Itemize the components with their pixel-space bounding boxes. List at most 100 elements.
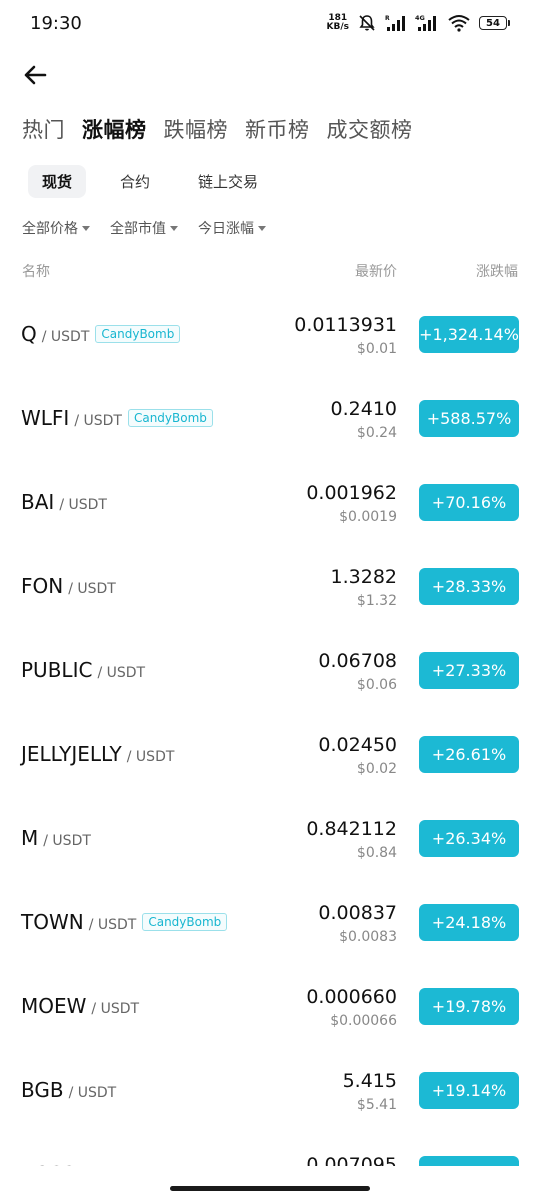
trading-pair: M / USDT bbox=[21, 826, 91, 850]
price-usd: $0.00066 bbox=[330, 1013, 397, 1029]
last-price: 0.2410 bbox=[330, 398, 397, 420]
bell-muted-icon bbox=[359, 15, 375, 31]
status-time: 19:30 bbox=[30, 13, 82, 34]
battery-indicator: 54 bbox=[479, 16, 510, 30]
signal-r-icon: R bbox=[385, 15, 405, 31]
tab-new-listings[interactable]: 新币榜 bbox=[245, 114, 310, 144]
change-badge[interactable]: +26.61% bbox=[419, 736, 519, 773]
column-header-name[interactable]: 名称 bbox=[22, 261, 50, 281]
trading-pair: MOEW / USDT bbox=[21, 994, 139, 1018]
quote-symbol: / USDT bbox=[88, 917, 137, 933]
base-symbol: MOEW bbox=[21, 994, 87, 1018]
list-item[interactable]: PUBLIC / USDT 0.06708 $0.06 +27.33% bbox=[0, 628, 540, 712]
list-item[interactable]: WLFI / USDT CandyBomb 0.2410 $0.24 +588.57% bbox=[0, 376, 540, 460]
promo-tag: CandyBomb bbox=[95, 325, 181, 343]
price-usd: $0.06 bbox=[356, 677, 397, 693]
base-symbol: BAI bbox=[21, 490, 55, 514]
subtab-spot[interactable]: 现货 bbox=[28, 165, 87, 198]
trading-pair: BAI / USDT bbox=[21, 490, 107, 514]
last-price: 0.0113931 bbox=[294, 314, 397, 336]
filter-bar: 全部价格 全部市值 今日涨幅 bbox=[22, 218, 286, 238]
filter-market-cap-label: 全部市值 bbox=[110, 221, 166, 237]
last-price: 0.000660 bbox=[306, 986, 397, 1008]
quote-symbol: / USDT bbox=[68, 581, 116, 597]
arrow-left-icon bbox=[24, 65, 47, 85]
filter-change-period[interactable]: 今日涨幅 bbox=[198, 218, 266, 238]
quote-symbol: / USDT bbox=[126, 749, 175, 765]
list-item[interactable]: TOWN / USDT CandyBomb 0.00837 $0.0083 +24.18% bbox=[0, 880, 540, 964]
trading-pair: WLFI / USDT CandyBomb bbox=[21, 406, 213, 430]
promo-tag: CandyBomb bbox=[142, 913, 228, 931]
quote-symbol: / USDT bbox=[43, 833, 91, 849]
change-badge[interactable]: +19.78% bbox=[419, 988, 519, 1025]
quote-symbol: / USDT bbox=[68, 1085, 117, 1101]
change-badge[interactable]: +19.14% bbox=[419, 1072, 519, 1109]
list-item[interactable]: BAI / USDT 0.001962 $0.0019 +70.16% bbox=[0, 460, 540, 544]
base-symbol: BGB bbox=[21, 1078, 64, 1102]
price-usd: $0.02 bbox=[356, 761, 397, 777]
change-badge[interactable]: +27.33% bbox=[419, 652, 519, 689]
subtab-futures[interactable]: 合约 bbox=[106, 165, 164, 198]
signal-4g-icon: 4G bbox=[415, 14, 436, 31]
quote-symbol: / USDT bbox=[74, 413, 122, 429]
change-badge[interactable]: +26.34% bbox=[419, 820, 519, 857]
tab-losers[interactable]: 跌幅榜 bbox=[164, 114, 229, 144]
caret-down-icon bbox=[82, 225, 90, 231]
ranking-tabs: 热门 涨幅榜 跌幅榜 新币榜 成交额榜 bbox=[22, 114, 430, 144]
list-item[interactable]: FON / USDT 1.3282 $1.32 +28.33% bbox=[0, 544, 540, 628]
quote-symbol: / USDT bbox=[59, 497, 107, 513]
column-header-change[interactable]: 涨跌幅 bbox=[476, 261, 518, 281]
last-price: 0.02450 bbox=[318, 734, 397, 756]
tab-gainers[interactable]: 涨幅榜 bbox=[82, 114, 147, 144]
price-usd: $0.0019 bbox=[339, 509, 397, 525]
trading-pair: Q / USDT CandyBomb bbox=[21, 322, 181, 346]
price-usd: $1.32 bbox=[356, 593, 397, 609]
svg-text:4G: 4G bbox=[415, 14, 425, 22]
last-price: 0.842112 bbox=[306, 818, 397, 840]
wifi-icon bbox=[448, 15, 470, 32]
tab-hot[interactable]: 热门 bbox=[22, 114, 65, 144]
list-item[interactable]: JELLYJELLY / USDT 0.02450 $0.02 +26.61% bbox=[0, 712, 540, 796]
filter-change-period-label: 今日涨幅 bbox=[198, 221, 254, 237]
base-symbol: WLFI bbox=[21, 406, 70, 430]
price-usd: $0.24 bbox=[356, 425, 397, 441]
last-price: 0.06708 bbox=[318, 650, 397, 672]
list-item[interactable]: M / USDT 0.842112 $0.84 +26.34% bbox=[0, 796, 540, 880]
last-price: 0.00837 bbox=[318, 902, 397, 924]
base-symbol: JELLYJELLY bbox=[21, 742, 122, 766]
tab-volume[interactable]: 成交额榜 bbox=[327, 114, 413, 144]
quote-symbol: / USDT bbox=[91, 1001, 140, 1017]
network-speed: 181 KB/s bbox=[327, 14, 349, 32]
list-item[interactable]: Q / USDT CandyBomb 0.0113931 $0.01 +1,324.14% bbox=[0, 292, 540, 376]
trading-pair: TOWN / USDT CandyBomb bbox=[21, 910, 228, 934]
change-badge[interactable]: +28.33% bbox=[419, 568, 519, 605]
change-badge[interactable]: +1,324.14% bbox=[419, 316, 519, 353]
home-indicator[interactable] bbox=[170, 1186, 370, 1191]
filter-market-cap[interactable]: 全部市值 bbox=[110, 218, 178, 238]
last-price: 5.415 bbox=[342, 1070, 397, 1092]
change-badge[interactable]: +24.18% bbox=[419, 904, 519, 941]
last-price: 1.3282 bbox=[330, 566, 397, 588]
list-item[interactable]: MOEW / USDT 0.000660 $0.00066 +19.78% bbox=[0, 964, 540, 1048]
price-usd: $5.41 bbox=[356, 1097, 397, 1113]
ranking-list: Q / USDT CandyBomb 0.0113931 $0.01 +1,324.14%… bbox=[0, 292, 540, 1200]
status-bar: 19:30 181 KB/s R 4G 54 bbox=[0, 0, 540, 50]
base-symbol: M bbox=[21, 826, 39, 850]
base-symbol: TOWN bbox=[21, 910, 84, 934]
column-header-price[interactable]: 最新价 bbox=[355, 261, 397, 281]
subtab-onchain[interactable]: 链上交易 bbox=[184, 165, 272, 198]
back-button[interactable] bbox=[20, 60, 50, 90]
status-icons: 181 KB/s R 4G 54 bbox=[327, 13, 510, 33]
list-item[interactable]: BGB / USDT 5.415 $5.41 +19.14% bbox=[0, 1048, 540, 1132]
filter-price[interactable]: 全部价格 bbox=[22, 218, 90, 238]
last-price: 0.001962 bbox=[306, 482, 397, 504]
quote-symbol: / USDT bbox=[41, 329, 90, 345]
price-usd: $0.0083 bbox=[339, 929, 397, 945]
price-usd: $0.01 bbox=[356, 341, 397, 357]
battery-level: 54 bbox=[479, 16, 507, 30]
change-badge[interactable]: +588.57% bbox=[419, 400, 519, 437]
base-symbol: FON bbox=[21, 574, 64, 598]
change-badge[interactable]: +70.16% bbox=[419, 484, 519, 521]
battery-tip bbox=[508, 20, 510, 26]
base-symbol: PUBLIC bbox=[21, 658, 93, 682]
